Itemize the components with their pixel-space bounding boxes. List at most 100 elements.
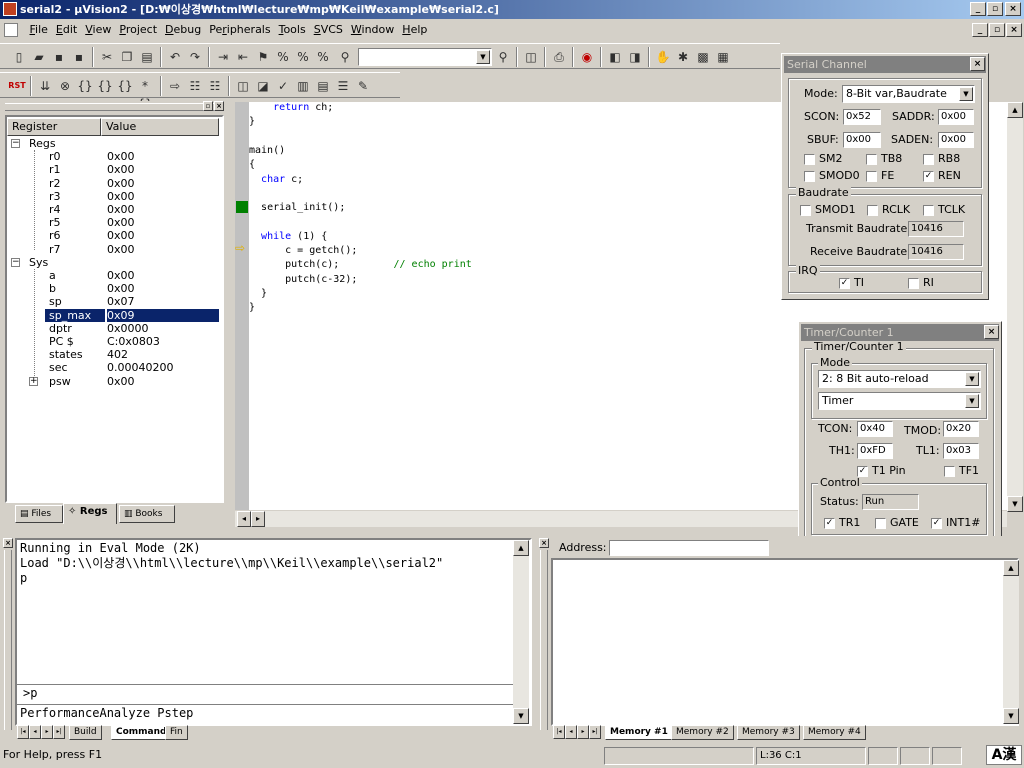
register-row[interactable]: PC $ C:0x0803 [7,335,219,348]
col-value[interactable]: Value [101,118,219,136]
output-tab-1[interactable]: Command [111,725,172,740]
maximize-button[interactable]: ▫ [987,2,1003,16]
register-row[interactable]: r0 0x00 [7,150,219,163]
clear-bookmark-icon[interactable]: % [314,48,332,66]
doc-minimize-button[interactable]: _ [972,23,988,37]
sm2-checkbox[interactable] [804,154,815,165]
tf1-checkbox[interactable] [944,466,955,477]
register-row[interactable]: r5 0x00 [7,216,219,229]
memory-vscroll[interactable]: ▲ ▼ [1003,560,1019,724]
output-vscroll[interactable]: ▲ ▼ [513,540,529,724]
register-row[interactable]: r7 0x00 [7,243,219,256]
memory-nav-3[interactable]: ▸| [589,725,601,739]
menu-view[interactable]: View [81,19,115,41]
memory-scroll-down[interactable]: ▼ [1003,708,1019,724]
command-input[interactable]: >p [23,686,37,700]
register-row[interactable]: sec 0.00040200 [7,361,219,374]
run-icon[interactable]: ⇊ [36,77,54,95]
doc-close-button[interactable]: × [1006,23,1022,37]
memory-nav-2[interactable]: ▸ [577,725,589,739]
col-register[interactable]: Register [7,118,101,136]
menu-window[interactable]: Window [347,19,398,41]
tools-icon[interactable]: ✎ [354,77,372,95]
debug-session-icon[interactable]: ◉ [578,48,596,66]
memory-nav-0[interactable]: |◂ [553,725,565,739]
serial-window-icon[interactable]: ▤ [314,77,332,95]
timer-mode-select[interactable]: 2: 8 Bit auto-reload ▼ [818,370,981,388]
output-close-button[interactable]: × [3,538,13,548]
run-to-cursor-icon[interactable]: *{} [136,77,154,111]
menu-file[interactable]: File [26,19,52,41]
print-icon[interactable]: ⎙ [550,48,568,66]
register-row[interactable]: r3 0x00 [7,190,219,203]
disassembly-icon[interactable]: ◫ [234,77,252,95]
menu-svcs[interactable]: SVCS [310,19,347,41]
close-button[interactable]: × [1005,2,1021,16]
tb8-checkbox[interactable] [866,154,877,165]
tab-files[interactable]: ▤ Files [15,505,63,523]
timer-type-select[interactable]: Timer ▼ [818,392,981,410]
register-row[interactable]: sp 0x07 [7,295,219,308]
cut-icon[interactable]: ✂ [98,48,116,66]
register-row[interactable]: dptr 0x0000 [7,322,219,335]
register-row[interactable]: + psw 0x00 [7,375,219,388]
smod1-checkbox[interactable] [800,205,811,216]
insert-breakpoint-icon[interactable]: ✱ [674,48,692,66]
tree-group-regs[interactable]: Regs [29,137,56,150]
show-next-statement-icon[interactable]: ⇨ [166,77,184,95]
minimize-button[interactable]: _ [970,2,986,16]
redo-icon[interactable]: ↷ [186,48,204,66]
find-in-files-icon[interactable]: ⚲ [336,48,354,66]
saden-field[interactable]: 0x00 [938,132,974,148]
toolbox-icon[interactable]: ☰ [334,77,352,95]
editor-scroll-down[interactable]: ▼ [1007,496,1023,512]
memory-scroll-up[interactable]: ▲ [1003,560,1019,576]
step-into-icon[interactable]: {} [76,77,94,95]
smod0-checkbox[interactable] [804,171,815,182]
ti-checkbox[interactable]: ✓ [839,278,850,289]
menu-peripherals[interactable]: Peripherals [205,19,274,41]
sys-expander-icon[interactable]: − [11,257,20,267]
menu-debug[interactable]: Debug [161,19,205,41]
scon-field[interactable]: 0x52 [843,109,881,125]
editor-vscroll[interactable]: ▲ ▼ [1007,102,1023,512]
trace-record-icon[interactable]: ☷ [206,77,224,95]
psw-expander-icon[interactable]: + [29,376,38,386]
tcon-field[interactable]: 0x40 [857,421,893,437]
timer-close-button[interactable]: × [984,325,999,339]
undo-icon[interactable]: ↶ [166,48,184,66]
paste-icon[interactable]: ▤ [138,48,156,66]
register-row[interactable]: sp_max 0x09 [7,308,219,322]
sbuf-field[interactable]: 0x00 [843,132,881,148]
memory-tab-2[interactable]: Memory #3 [737,725,800,740]
memory-nav-1[interactable]: ◂ [565,725,577,739]
gate-checkbox[interactable] [875,518,886,529]
regs-expander-icon[interactable]: − [11,139,20,148]
step-over-icon[interactable]: {} [96,77,114,95]
find-icon[interactable]: ⚲ [494,48,512,66]
menu-help[interactable]: Help [398,19,431,41]
panel-grip[interactable] [5,103,215,111]
tab-books[interactable]: ▥ Books [119,505,175,523]
code-coverage-icon[interactable]: ✓ [274,77,292,95]
menu-project[interactable]: Project [115,19,161,41]
app-icon[interactable] [3,2,17,16]
memory-tab-0[interactable]: Memory #1 [605,725,673,740]
menu-tools[interactable]: Tools [275,19,310,41]
new-file-icon[interactable]: ▯ [10,48,28,66]
ime-indicator[interactable]: A漢 [986,745,1022,765]
next-bookmark-icon[interactable]: % [294,48,312,66]
register-row[interactable]: a 0x00 [7,269,219,282]
open-folder-icon[interactable]: ▰ [30,48,48,66]
ren-checkbox[interactable]: ✓ [923,171,934,182]
th1-field[interactable]: 0xFD [857,443,893,459]
tmod-field[interactable]: 0x20 [943,421,979,437]
workspace-icon[interactable]: ◧ [606,48,624,66]
performance-icon[interactable]: ▥ [294,77,312,95]
tab-regs[interactable]: ✧ Regs [63,503,117,524]
tree-group-sys[interactable]: Sys [29,256,48,269]
memory-pane[interactable] [551,558,1019,726]
prev-bookmark-icon[interactable]: % [274,48,292,66]
panel-close-button[interactable]: × [214,101,224,111]
output-nav-0[interactable]: |◂ [17,725,29,739]
